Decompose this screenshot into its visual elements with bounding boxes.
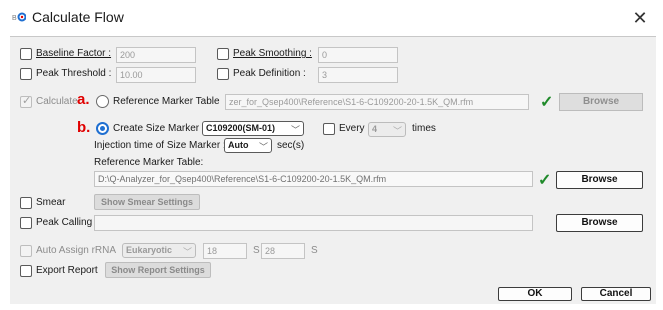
- smear-label: Smear: [36, 197, 66, 208]
- app-logo-icon: B: [12, 11, 26, 23]
- size-marker-select-value: C109200(SM-01): [206, 123, 276, 133]
- rrna-unit-2: S: [311, 245, 318, 256]
- peak-threshold-input[interactable]: 10.00: [116, 67, 196, 83]
- valid-check-icon: ✓: [540, 94, 554, 111]
- title-bar: B Calculate Flow ✕: [0, 0, 663, 36]
- every-checkbox[interactable]: [323, 123, 335, 135]
- peak-calling-label: Peak Calling: [36, 217, 93, 228]
- peak-threshold-checkbox[interactable]: [20, 68, 32, 80]
- peak-threshold-label: Peak Threshold :: [36, 68, 112, 79]
- injection-time-value: Auto: [228, 140, 249, 150]
- rrna-unit-1: S: [253, 245, 260, 256]
- annotation-marker-a: a.: [77, 91, 90, 108]
- show-smear-settings-button[interactable]: Show Smear Settings: [94, 194, 200, 210]
- reference-path-input[interactable]: zer_for_Qsep400\Reference\S1-6-C109200-2…: [225, 94, 529, 110]
- create-size-marker-label: Create Size Marker: [113, 123, 200, 134]
- injection-time-select[interactable]: Auto ﹀: [224, 138, 272, 153]
- cancel-button[interactable]: Cancel: [581, 287, 651, 301]
- chevron-down-icon: ﹀: [182, 247, 192, 257]
- close-icon[interactable]: ✕: [628, 6, 652, 30]
- rrna-value-2-input[interactable]: 28: [261, 243, 305, 259]
- reference-browse-button[interactable]: Browse: [559, 93, 643, 111]
- ref-table-path-input[interactable]: D:\Q-Analyzer_for_Qsep400\Reference\S1-6…: [94, 171, 533, 187]
- rrna-type-value: Eukaryotic: [126, 245, 173, 255]
- chevron-down-icon: ﹀: [258, 142, 268, 152]
- show-report-settings-button[interactable]: Show Report Settings: [105, 262, 211, 278]
- peak-calling-browse-button[interactable]: Browse: [556, 214, 643, 232]
- export-report-checkbox[interactable]: [20, 265, 32, 277]
- peak-calling-input[interactable]: [94, 215, 533, 231]
- size-marker-select[interactable]: C109200(SM-01) ﹀: [202, 121, 304, 136]
- create-size-marker-radio[interactable]: [96, 122, 109, 135]
- valid-check-icon: ✓: [538, 172, 552, 189]
- settings-panel: Baseline Factor : 200 Peak Smoothing : 0…: [10, 36, 656, 304]
- every-select-value: 4: [372, 124, 378, 134]
- peak-smoothing-checkbox[interactable]: [217, 48, 229, 60]
- every-select[interactable]: 4 ﹀: [368, 122, 406, 137]
- peak-calling-checkbox[interactable]: [20, 217, 32, 229]
- peak-definition-label: Peak Definition :: [233, 68, 306, 79]
- export-report-label: Export Report: [36, 265, 98, 276]
- reference-marker-table-radio[interactable]: [96, 95, 109, 108]
- svg-text:B: B: [12, 15, 17, 22]
- ref-table-label: Reference Marker Table:: [94, 157, 204, 168]
- peak-smoothing-input[interactable]: 0: [318, 47, 398, 63]
- smear-checkbox[interactable]: [20, 197, 32, 209]
- auto-assign-checkbox[interactable]: [20, 245, 32, 257]
- chevron-down-icon: ﹀: [290, 125, 300, 135]
- baseline-factor-input[interactable]: 200: [116, 47, 196, 63]
- calculate-checkbox[interactable]: [20, 94, 32, 108]
- peak-definition-input[interactable]: 3: [318, 67, 398, 83]
- ok-button[interactable]: OK: [498, 287, 572, 301]
- peak-smoothing-label: Peak Smoothing :: [233, 48, 312, 59]
- auto-assign-label: Auto Assign rRNA: [36, 245, 117, 256]
- calculate-label: Calculate: [36, 96, 78, 107]
- times-label: times: [412, 123, 436, 134]
- window-title: Calculate Flow: [32, 9, 124, 25]
- injection-time-unit: sec(s): [277, 140, 305, 151]
- chevron-down-icon: ﹀: [392, 126, 402, 136]
- reference-marker-table-label: Reference Marker Table: [113, 96, 220, 107]
- baseline-factor-label: Baseline Factor :: [36, 48, 112, 59]
- ref-table-browse-button[interactable]: Browse: [556, 171, 643, 189]
- every-label: Every: [339, 123, 365, 134]
- rrna-value-1-input[interactable]: 18: [203, 243, 247, 259]
- injection-time-label: Injection time of Size Marker :: [94, 140, 226, 151]
- rrna-type-select[interactable]: Eukaryotic ﹀: [122, 243, 196, 258]
- baseline-factor-checkbox[interactable]: [20, 48, 32, 60]
- peak-definition-checkbox[interactable]: [217, 68, 229, 80]
- annotation-marker-b: b.: [77, 119, 91, 136]
